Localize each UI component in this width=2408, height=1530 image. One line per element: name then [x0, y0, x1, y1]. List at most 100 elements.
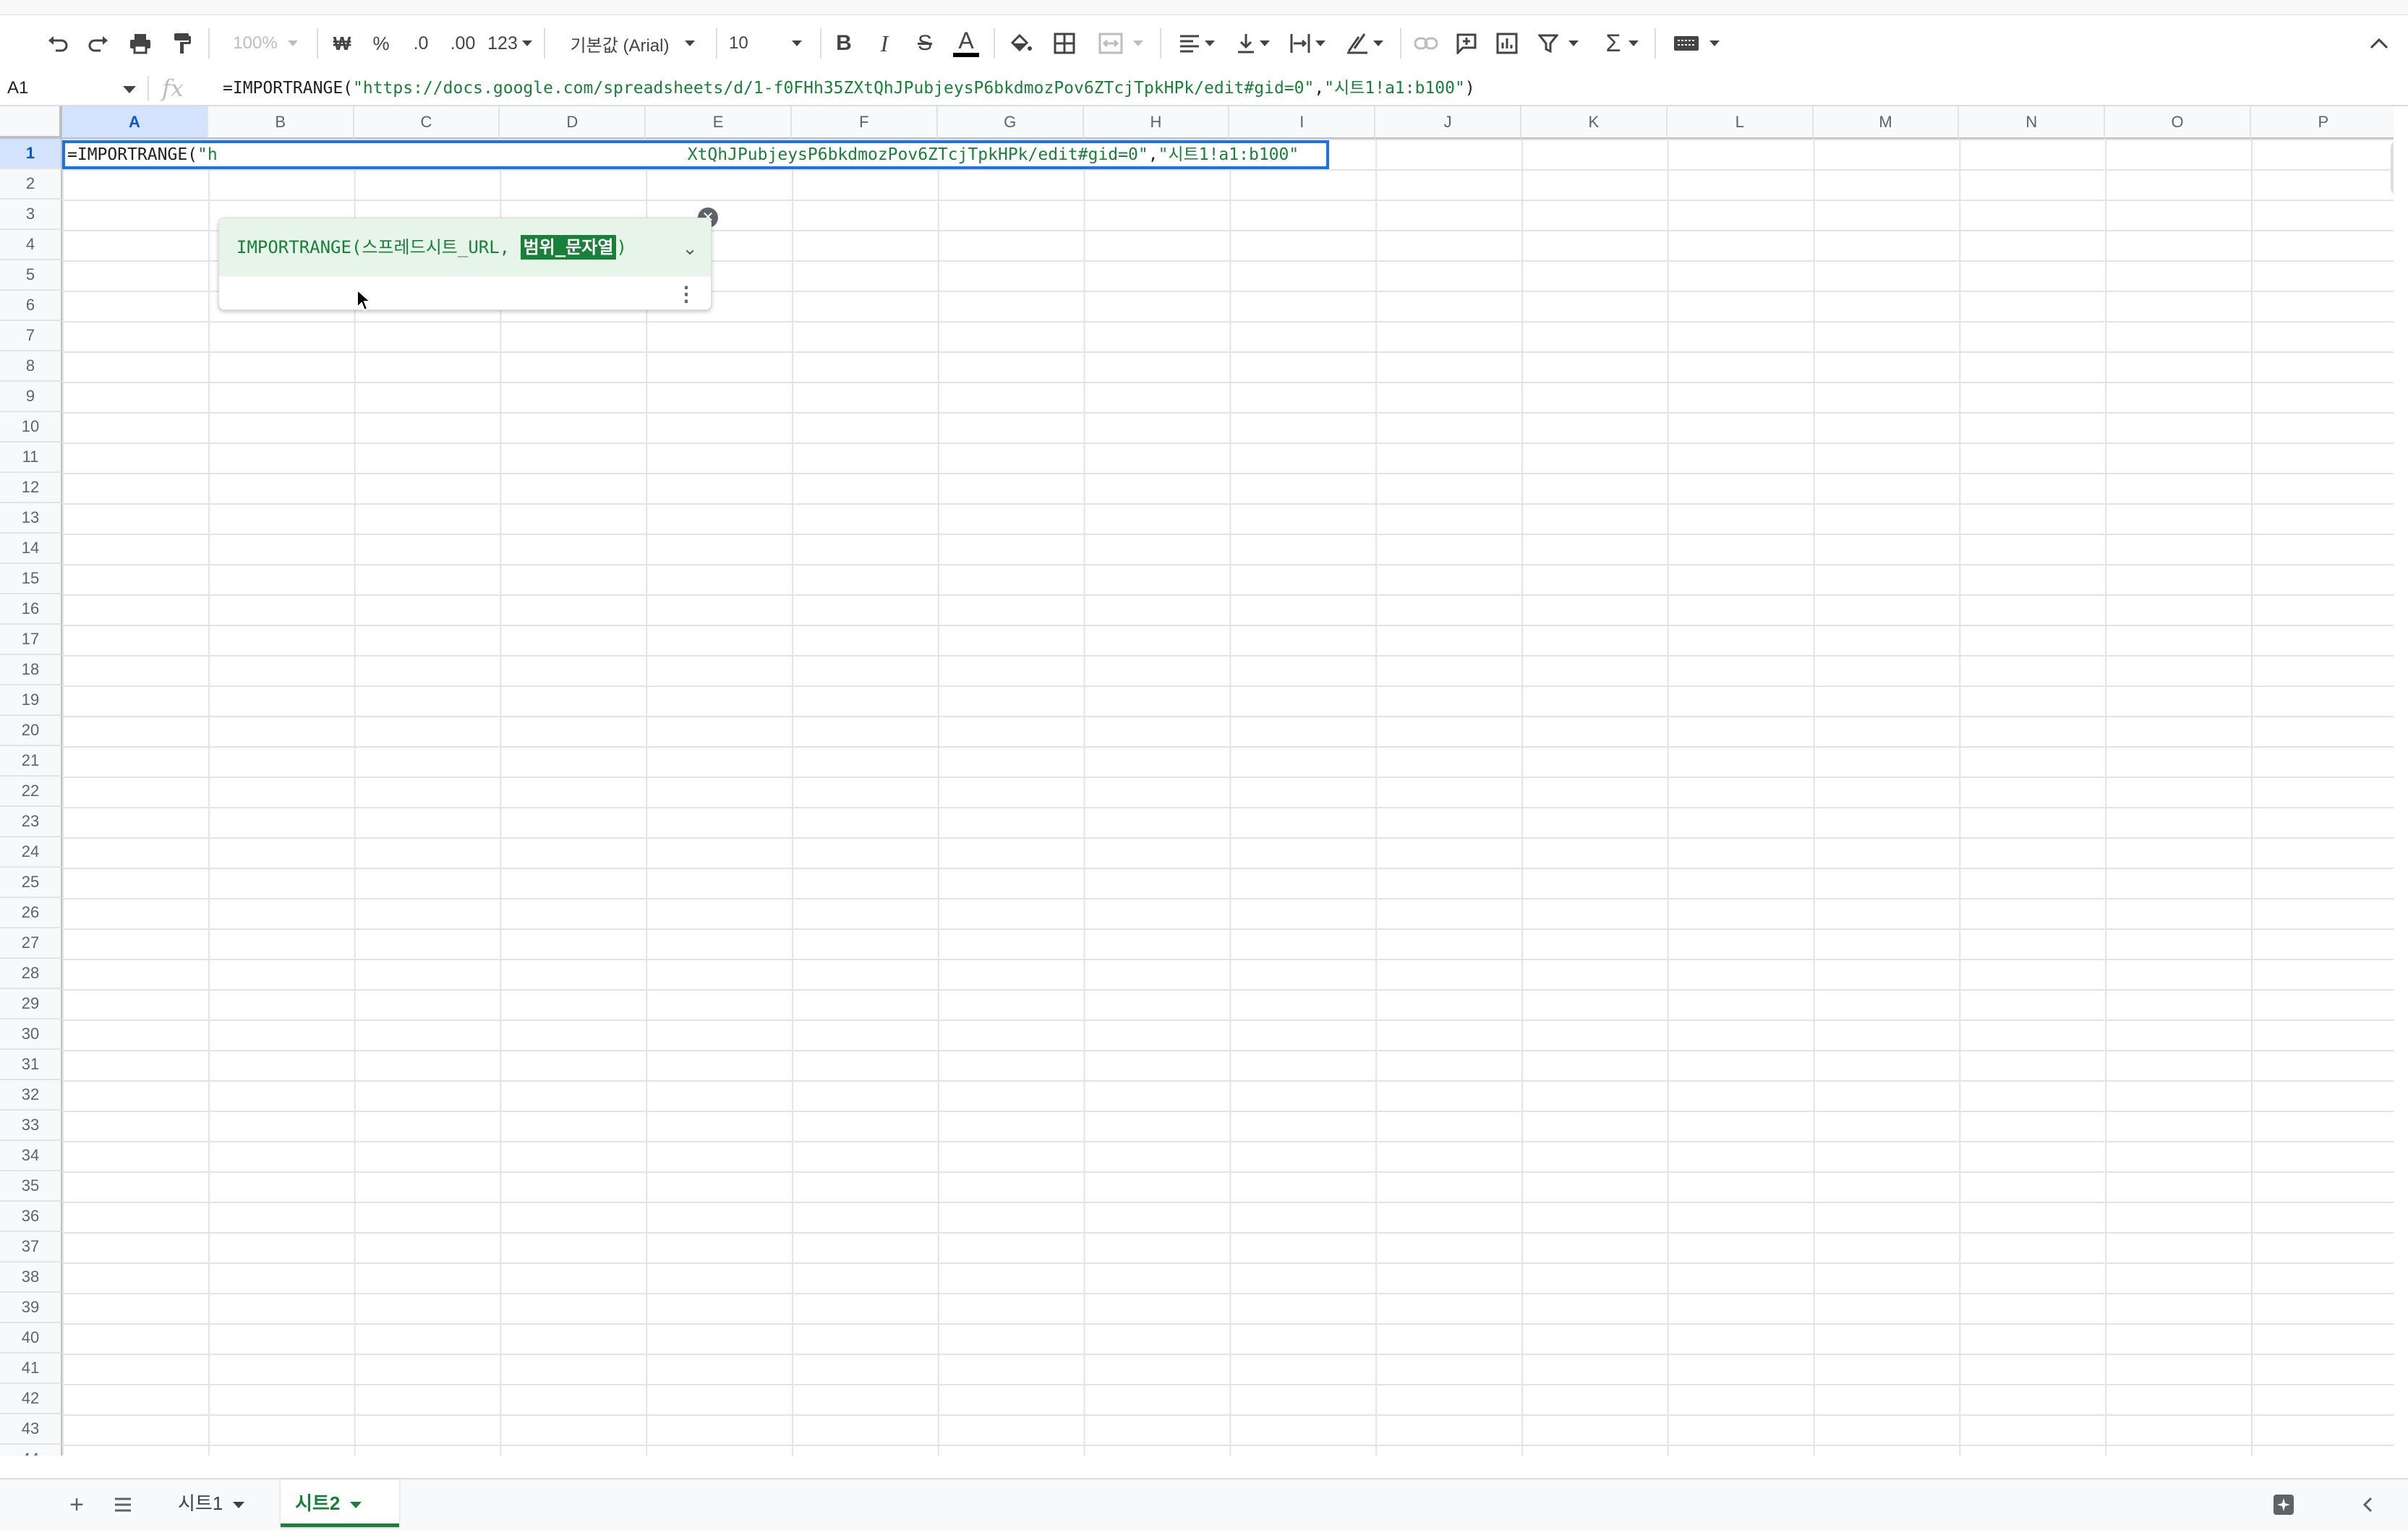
sheet-tab-1[interactable]: 시트1	[163, 1479, 272, 1527]
row-header-27[interactable]: 27	[0, 928, 62, 959]
row-header-4[interactable]: 4	[0, 230, 62, 260]
row-header-25[interactable]: 25	[0, 868, 62, 898]
name-box-dropdown-icon[interactable]	[123, 86, 136, 93]
row-header-24[interactable]: 24	[0, 837, 62, 868]
row-header-30[interactable]: 30	[0, 1020, 62, 1050]
add-sheet-icon[interactable]: +	[62, 1479, 91, 1530]
column-header-f[interactable]: F	[792, 106, 938, 139]
row-header-3[interactable]: 3	[0, 200, 62, 230]
column-header-o[interactable]: O	[2105, 106, 2251, 139]
column-header-c[interactable]: C	[354, 106, 500, 139]
side-panel-toggle-icon[interactable]	[2353, 1479, 2382, 1530]
sheet-tab-2[interactable]: 시트2	[281, 1479, 399, 1527]
formula-input[interactable]: =IMPORTRANGE("https://docs.google.com/sp…	[223, 72, 1475, 105]
column-header-b[interactable]: B	[208, 106, 354, 139]
row-header-33[interactable]: 33	[0, 1111, 62, 1141]
row-header-20[interactable]: 20	[0, 716, 62, 746]
row-header-6[interactable]: 6	[0, 291, 62, 321]
row-header-9[interactable]: 9	[0, 382, 62, 412]
row-header-32[interactable]: 32	[0, 1080, 62, 1111]
row-header-21[interactable]: 21	[0, 746, 62, 777]
row-header-13[interactable]: 13	[0, 503, 62, 534]
column-header-k[interactable]: K	[1521, 106, 1668, 139]
select-all-corner[interactable]	[0, 106, 62, 139]
more-formats-button[interactable]: 123	[486, 15, 534, 72]
row-header-17[interactable]: 17	[0, 625, 62, 655]
insert-comment-icon[interactable]	[1452, 15, 1481, 72]
font-family-select[interactable]: 기본값 (Arial)	[557, 15, 709, 72]
undo-icon[interactable]	[43, 15, 72, 72]
text-color-button[interactable]: A	[952, 15, 981, 72]
function-signature-header[interactable]: IMPORTRANGE(스프레드시트_URL, 범위_문자열) ⌄	[219, 218, 711, 276]
insert-link-icon[interactable]	[1412, 15, 1440, 72]
print-icon[interactable]	[124, 15, 156, 72]
paint-format-icon[interactable]	[168, 15, 197, 72]
row-header-38[interactable]: 38	[0, 1262, 62, 1293]
row-header-1[interactable]: 1	[0, 139, 62, 169]
column-header-h[interactable]: H	[1083, 106, 1230, 139]
row-header-28[interactable]: 28	[0, 959, 62, 989]
redo-icon[interactable]	[84, 15, 113, 72]
row-header-34[interactable]: 34	[0, 1141, 62, 1171]
borders-icon[interactable]	[1050, 15, 1079, 72]
functions-icon[interactable]: Σ	[1598, 15, 1646, 72]
row-header-14[interactable]: 14	[0, 534, 62, 564]
vertical-align-icon[interactable]	[1229, 15, 1277, 72]
row-header-31[interactable]: 31	[0, 1050, 62, 1080]
sheet-tab-menu-icon[interactable]	[233, 1501, 245, 1508]
row-header-19[interactable]: 19	[0, 685, 62, 716]
increase-decimal-button[interactable]: .00	[444, 15, 482, 72]
row-header-36[interactable]: 36	[0, 1202, 62, 1232]
row-header-41[interactable]: 41	[0, 1354, 62, 1384]
all-sheets-icon[interactable]	[108, 1479, 137, 1530]
row-header-2[interactable]: 2	[0, 169, 62, 200]
row-header-10[interactable]: 10	[0, 412, 62, 443]
filter-icon[interactable]	[1533, 15, 1584, 72]
italic-button[interactable]: I	[872, 15, 897, 72]
row-header-22[interactable]: 22	[0, 777, 62, 807]
column-header-l[interactable]: L	[1667, 106, 1814, 139]
row-header-39[interactable]: 39	[0, 1293, 62, 1323]
row-header-37[interactable]: 37	[0, 1232, 62, 1262]
row-header-43[interactable]: 43	[0, 1414, 62, 1445]
cell-area[interactable]	[62, 139, 2394, 1456]
column-header-j[interactable]: J	[1375, 106, 1521, 139]
font-size-select[interactable]: 10	[729, 15, 808, 72]
column-header-n[interactable]: N	[1959, 106, 2106, 139]
column-header-d[interactable]: D	[500, 106, 646, 139]
row-header-12[interactable]: 12	[0, 473, 62, 503]
percent-format-button[interactable]: %	[369, 15, 393, 72]
row-header-8[interactable]: 8	[0, 351, 62, 382]
cell-a1-editor[interactable]: =IMPORTRANGE("h XtQhJPubjeysP6bkdmozPov6Z…	[62, 140, 1329, 169]
spreadsheet-grid[interactable]: ABCDEFGHIJKLMNOP 1 2 3 4 5 6 7 8 9 10 11 12 13 14 15 16…	[0, 106, 2394, 1456]
row-header-7[interactable]: 7	[0, 321, 62, 351]
row-header-5[interactable]: 5	[0, 260, 62, 291]
explore-icon[interactable]	[2269, 1479, 2298, 1530]
row-header-26[interactable]: 26	[0, 898, 62, 928]
vertical-scrollbar[interactable]	[2391, 142, 2394, 194]
expand-help-icon[interactable]: ⌄	[682, 237, 698, 260]
row-header-40[interactable]: 40	[0, 1323, 62, 1354]
row-header-11[interactable]: 11	[0, 443, 62, 473]
more-options-icon[interactable]: ⋮	[676, 282, 696, 306]
row-header-42[interactable]: 42	[0, 1384, 62, 1414]
zoom-select[interactable]: 100%	[226, 15, 305, 72]
collapse-toolbar-icon[interactable]	[2365, 15, 2394, 72]
row-header-18[interactable]: 18	[0, 655, 62, 685]
text-rotation-icon[interactable]	[1339, 15, 1390, 72]
strikethrough-button[interactable]: S	[913, 15, 937, 72]
merge-cells-icon[interactable]	[1092, 15, 1150, 72]
column-header-i[interactable]: I	[1229, 106, 1376, 139]
row-header-15[interactable]: 15	[0, 564, 62, 594]
input-tools-icon[interactable]	[1668, 15, 1725, 72]
fill-color-icon[interactable]	[1007, 15, 1036, 72]
text-wrapping-icon[interactable]	[1284, 15, 1331, 72]
row-header-29[interactable]: 29	[0, 989, 62, 1020]
name-box[interactable]: A1	[7, 72, 28, 105]
row-header-16[interactable]: 16	[0, 594, 62, 625]
bold-button[interactable]: B	[832, 15, 856, 72]
decrease-decimal-button[interactable]: .0	[405, 15, 437, 72]
insert-chart-icon[interactable]	[1493, 15, 1521, 72]
row-header-23[interactable]: 23	[0, 807, 62, 837]
currency-format-button[interactable]: ₩	[330, 15, 354, 72]
